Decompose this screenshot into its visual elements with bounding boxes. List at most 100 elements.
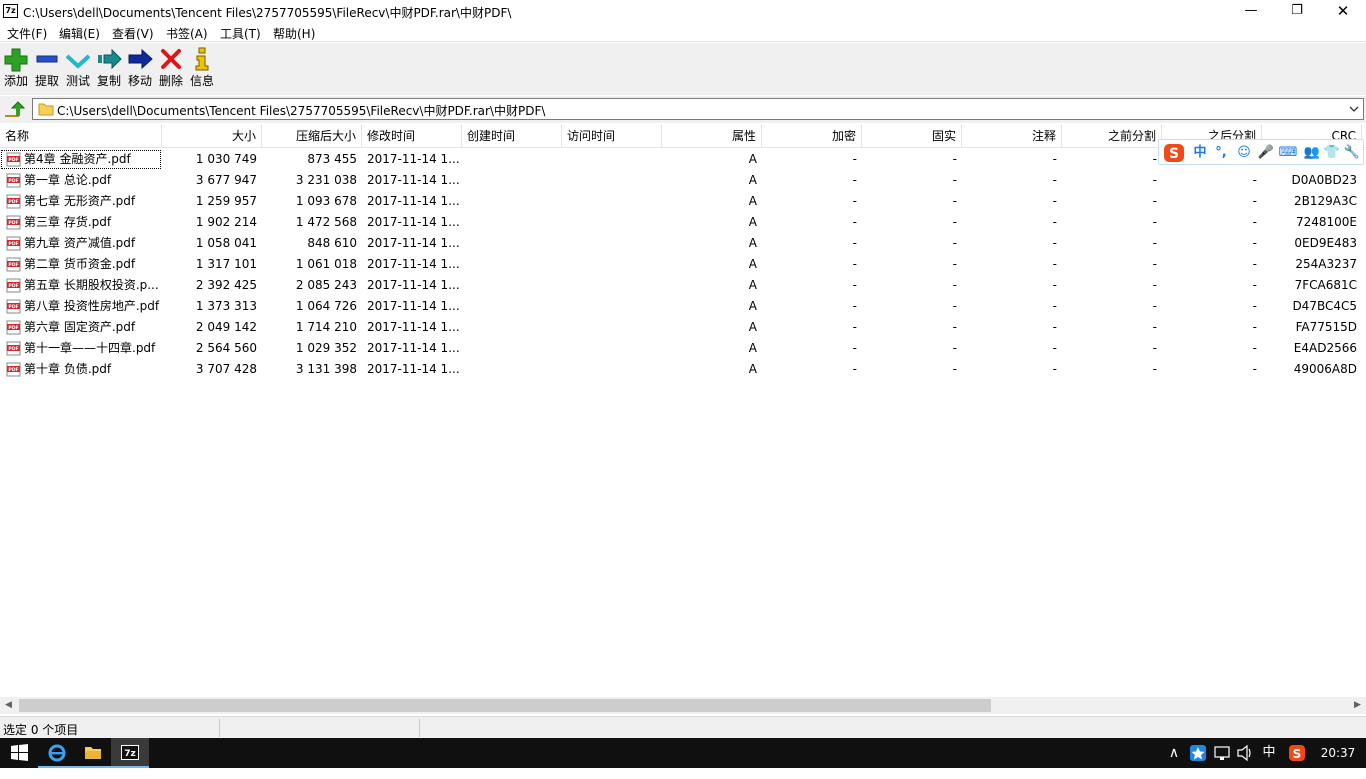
- file-split-after: -: [1252, 173, 1257, 187]
- check-icon: [65, 54, 91, 69]
- sogou-icon: S: [1164, 144, 1184, 162]
- ime-mode-icon[interactable]: 中: [1189, 143, 1211, 163]
- menu-bookmarks[interactable]: 书签(A): [166, 25, 208, 42]
- close-button[interactable]: ✕: [1320, 0, 1366, 22]
- tray-app-icon[interactable]: [1186, 738, 1210, 768]
- file-encrypted: -: [852, 362, 857, 376]
- file-split-before: -: [1152, 215, 1157, 229]
- file-packed-size: 3 131 398: [295, 362, 357, 376]
- start-button[interactable]: [0, 738, 38, 768]
- column-packed-size[interactable]: 压缩后大小: [262, 124, 362, 148]
- status-divider: [419, 719, 420, 737]
- sogou-logo-icon[interactable]: S: [1161, 143, 1187, 163]
- chevron-down-icon[interactable]: [1348, 102, 1360, 116]
- ime-user-icon[interactable]: 👥: [1301, 143, 1323, 163]
- info-button[interactable]: 信息: [186, 46, 218, 92]
- table-row[interactable]: PDF 第八章 投资性房地产.pdf 1 373 313 1 064 726 2017-…: [0, 296, 1366, 317]
- delete-x-icon: [161, 49, 181, 69]
- input-language-indicator[interactable]: 中: [1258, 738, 1280, 768]
- table-row[interactable]: PDF 第十章 负债.pdf 3 707 428 3 131 398 2017-11-1…: [0, 359, 1366, 380]
- ime-emoji-icon[interactable]: ☺: [1233, 143, 1255, 163]
- file-comment: -: [1052, 194, 1057, 208]
- ime-voice-icon[interactable]: 🎤: [1255, 143, 1277, 163]
- column-comment[interactable]: 注释: [962, 124, 1062, 148]
- column-modified[interactable]: 修改时间: [362, 124, 462, 148]
- scroll-thumb[interactable]: [19, 699, 991, 712]
- taskbar-7zip-button[interactable]: 7z: [111, 738, 149, 768]
- sogou-icon: S: [1289, 745, 1305, 761]
- scroll-right-icon[interactable]: ▶: [1349, 697, 1366, 714]
- info-label: 信息: [189, 74, 214, 88]
- ime-punct-icon[interactable]: °,: [1211, 143, 1231, 163]
- file-solid: -: [952, 152, 957, 166]
- file-solid: -: [952, 194, 957, 208]
- file-list[interactable]: 名称 大小 压缩后大小 修改时间 创建时间 访问时间 属性 加密 固实 注释 之…: [0, 124, 1366, 698]
- maximize-button[interactable]: ❐: [1274, 0, 1320, 22]
- column-encrypted[interactable]: 加密: [762, 124, 862, 148]
- speaker-tray-icon: [1237, 744, 1251, 762]
- sogou-tray-icon[interactable]: S: [1284, 738, 1310, 768]
- up-folder-button[interactable]: [3, 99, 26, 119]
- ime-keyboard-icon[interactable]: ⌨: [1277, 143, 1299, 163]
- menu-view[interactable]: 查看(V): [112, 25, 154, 42]
- ime-skin-icon[interactable]: 👕: [1321, 143, 1343, 163]
- svg-text:7z: 7z: [124, 749, 136, 759]
- star-tray-icon: [1190, 745, 1206, 761]
- column-accessed[interactable]: 访问时间: [562, 124, 662, 148]
- table-row[interactable]: PDF 第二章 货币资金.pdf 1 317 101 1 061 018 2017-11…: [0, 254, 1366, 275]
- column-attributes[interactable]: 属性: [662, 124, 762, 148]
- horizontal-scrollbar[interactable]: ◀ ▶: [0, 697, 1366, 714]
- file-comment: -: [1052, 215, 1057, 229]
- menu-file[interactable]: 文件(F): [7, 25, 47, 42]
- file-split-before: -: [1152, 236, 1157, 250]
- minimize-button[interactable]: —: [1228, 0, 1274, 22]
- file-name: 第4章 金融资产.pdf: [0, 149, 162, 170]
- file-packed-size: 1 064 726: [295, 299, 357, 313]
- column-created[interactable]: 创建时间: [462, 124, 562, 148]
- ime-tools-icon[interactable]: 🔧: [1341, 143, 1363, 163]
- column-size[interactable]: 大小: [162, 124, 262, 148]
- table-row[interactable]: PDF 第六章 固定资产.pdf 2 049 142 1 714 210 2017-11…: [0, 317, 1366, 338]
- table-row[interactable]: PDF 第一章 总论.pdf 3 677 947 3 231 038 2017-11-1…: [0, 170, 1366, 191]
- status-divider: [219, 719, 220, 737]
- table-row[interactable]: PDF 第九章 资产减值.pdf 1 058 041 848 610 2017-11-1…: [0, 233, 1366, 254]
- table-row[interactable]: PDF 第五章 长期股权投资.p... 2 392 425 2 085 243 2017…: [0, 275, 1366, 296]
- address-bar: C:\Users\dell\Documents\Tencent Files\27…: [0, 96, 1366, 123]
- scroll-left-icon[interactable]: ◀: [0, 697, 17, 714]
- menu-tools[interactable]: 工具(T): [220, 25, 261, 42]
- file-encrypted: -: [852, 299, 857, 313]
- file-encrypted: -: [852, 257, 857, 271]
- table-row[interactable]: PDF 第七章 无形资产.pdf 1 259 957 1 093 678 2017-11…: [0, 191, 1366, 212]
- file-packed-size: 873 455: [307, 152, 357, 166]
- file-packed-size: 1 029 352: [295, 341, 357, 355]
- file-split-before: -: [1152, 341, 1157, 355]
- table-row[interactable]: PDF 第十一章——十四章.pdf 2 564 560 1 029 352 2017-1…: [0, 338, 1366, 359]
- file-comment: -: [1052, 278, 1057, 292]
- file-solid: -: [952, 362, 957, 376]
- column-name[interactable]: 名称: [0, 124, 162, 148]
- volume-icon[interactable]: [1234, 738, 1256, 768]
- network-icon[interactable]: [1210, 738, 1234, 768]
- address-input[interactable]: C:\Users\dell\Documents\Tencent Files\27…: [32, 98, 1364, 120]
- taskbar-ie-button[interactable]: [38, 738, 76, 768]
- column-solid[interactable]: 固实: [862, 124, 962, 148]
- file-size: 1 373 313: [195, 299, 257, 313]
- file-comment: -: [1052, 362, 1057, 376]
- file-modified: 2017-11-14 1...: [367, 152, 460, 166]
- table-row[interactable]: PDF 第三章 存货.pdf 1 902 214 1 472 568 2017-11-1…: [0, 212, 1366, 233]
- file-attributes: A: [748, 320, 757, 334]
- file-comment: -: [1052, 173, 1057, 187]
- tray-expand-icon[interactable]: ∧: [1164, 738, 1184, 768]
- file-attributes: A: [748, 299, 757, 313]
- file-solid: -: [952, 236, 957, 250]
- file-name: 第二章 货币资金.pdf: [24, 257, 136, 271]
- file-split-before: -: [1152, 173, 1157, 187]
- file-modified: 2017-11-14 1...: [367, 278, 460, 292]
- menu-help[interactable]: 帮助(H): [273, 25, 315, 42]
- column-split-before[interactable]: 之前分割: [1062, 124, 1162, 148]
- menu-edit[interactable]: 编辑(E): [59, 25, 100, 42]
- file-packed-size: 1 061 018: [295, 257, 357, 271]
- file-attributes: A: [748, 257, 757, 271]
- clock[interactable]: 20:37: [1316, 738, 1360, 768]
- taskbar-explorer-button[interactable]: [74, 738, 112, 768]
